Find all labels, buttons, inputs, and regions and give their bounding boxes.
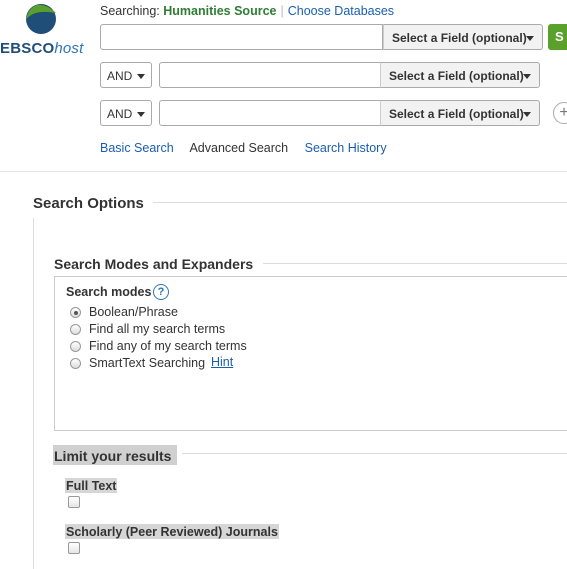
field-select-2[interactable]: Select a Field (optional) <box>380 62 540 88</box>
search-modes-panel <box>54 276 567 431</box>
search-mode-label: Find all my search terms <box>89 322 226 336</box>
help-icon[interactable]: ? <box>153 284 169 300</box>
field-select-label: Select a Field (optional) <box>389 69 524 83</box>
chevron-down-icon <box>523 112 531 117</box>
boolean-operator-select-3[interactable]: AND <box>100 100 152 126</box>
limit-results-title: Limit your results <box>53 445 177 465</box>
database-name: Humanities Source <box>163 4 277 18</box>
add-row-icon[interactable]: + <box>553 102 567 124</box>
search-input-1[interactable] <box>100 24 383 50</box>
ebsco-logo[interactable]: EBSCOhost <box>0 40 84 57</box>
search-type-links: Basic Search Advanced Search Search Hist… <box>100 141 400 155</box>
hint-link[interactable]: Hint <box>211 355 233 369</box>
advanced-search-link[interactable]: Advanced Search <box>189 141 288 155</box>
search-mode-label: SmartText Searching <box>89 356 206 370</box>
field-select-1[interactable]: Select a Field (optional) <box>383 24 543 50</box>
field-select-3[interactable]: Select a Field (optional) <box>380 100 540 126</box>
chevron-down-icon <box>523 74 531 79</box>
radio-selected[interactable] <box>70 307 81 318</box>
chevron-down-icon <box>526 36 534 41</box>
full-text-checkbox[interactable] <box>68 496 80 508</box>
field-select-label: Select a Field (optional) <box>389 107 524 121</box>
scholarly-journals-label: Scholarly (Peer Reviewed) Journals <box>65 524 279 539</box>
ebsco-globe-logo-icon <box>26 4 56 34</box>
search-input-2[interactable] <box>159 62 381 88</box>
search-options-title[interactable]: Search Options <box>33 195 153 212</box>
full-text-label: Full Text <box>65 478 118 493</box>
boolean-operator-select-2[interactable]: AND <box>100 62 152 88</box>
section-border <box>33 218 34 569</box>
search-button[interactable]: S <box>548 24 567 50</box>
search-mode-label: Boolean/Phrase <box>89 305 178 319</box>
section-divider <box>182 453 567 454</box>
choose-databases-link[interactable]: Choose Databases <box>288 4 394 18</box>
search-history-link[interactable]: Search History <box>305 141 387 155</box>
chevron-down-icon <box>137 112 145 117</box>
radio-unselected[interactable] <box>70 324 81 335</box>
search-header: EBSCOhost Searching: Humanities Source | C… <box>0 0 567 172</box>
search-mode-label: Find any of my search terms <box>89 339 247 353</box>
radio-unselected[interactable] <box>70 358 81 369</box>
searching-line: Searching: Humanities Source | Choose Data… <box>100 4 395 18</box>
logo-suffix: host <box>54 40 84 57</box>
boolean-operator-label: AND <box>107 107 133 121</box>
scholarly-journals-checkbox[interactable] <box>68 542 80 554</box>
search-modes-title: Search Modes and Expanders <box>54 256 264 272</box>
chevron-down-icon <box>137 74 145 79</box>
search-modes-label: Search modes <box>66 285 152 299</box>
field-select-label: Select a Field (optional) <box>392 31 527 45</box>
boolean-operator-label: AND <box>107 69 133 83</box>
searching-label: Searching: <box>100 4 160 18</box>
basic-search-link[interactable]: Basic Search <box>100 141 174 155</box>
search-input-3[interactable] <box>159 100 381 126</box>
radio-unselected[interactable] <box>70 341 81 352</box>
logo-brand: EBSCO <box>0 40 55 57</box>
